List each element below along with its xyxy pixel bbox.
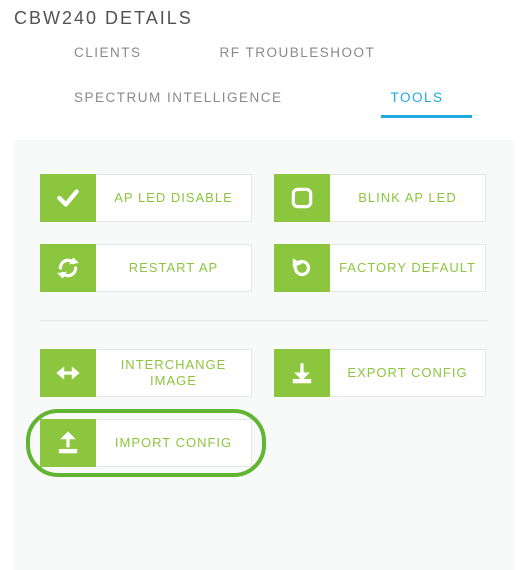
export-config-button[interactable]: EXPORT CONFIG (274, 349, 486, 397)
blink-ap-led-label: BLINK AP LED (330, 174, 486, 222)
swap-icon (40, 349, 96, 397)
download-icon (274, 349, 330, 397)
export-config-label: EXPORT CONFIG (330, 349, 486, 397)
tab-bar-row2: SPECTRUM INTELLIGENCE TOOLS (14, 80, 514, 118)
undo-icon (274, 244, 330, 292)
tab-rf-troubleshoot[interactable]: RF TROUBLESHOOT (210, 35, 404, 70)
tab-bar-row1: CLIENTS RF TROUBLESHOOT (14, 35, 514, 70)
page-title: CBW240 DETAILS (14, 8, 514, 29)
factory-default-button[interactable]: FACTORY DEFAULT (274, 244, 486, 292)
square-icon (274, 174, 330, 222)
ap-led-disable-label: AP LED DISABLE (96, 174, 252, 222)
import-config-button[interactable]: IMPORT CONFIG (40, 419, 252, 467)
divider (40, 320, 488, 321)
ap-led-disable-button[interactable]: AP LED DISABLE (40, 174, 252, 222)
restart-ap-label: RESTART AP (96, 244, 252, 292)
upload-icon (40, 419, 96, 467)
factory-default-label: FACTORY DEFAULT (330, 244, 486, 292)
interchange-image-label: INTERCHANGE IMAGE (96, 349, 252, 397)
button-grid-bottom: INTERCHANGE IMAGE EXPORT CONFIG (40, 349, 488, 467)
tab-spectrum-intelligence[interactable]: SPECTRUM INTELLIGENCE (64, 80, 311, 118)
tools-panel: AP LED DISABLE BLINK AP LED RESTA (14, 140, 514, 570)
tab-clients[interactable]: CLIENTS (64, 35, 170, 70)
restart-ap-button[interactable]: RESTART AP (40, 244, 252, 292)
button-grid-top: AP LED DISABLE BLINK AP LED RESTA (40, 174, 488, 292)
blink-ap-led-button[interactable]: BLINK AP LED (274, 174, 486, 222)
check-icon (40, 174, 96, 222)
tab-tools[interactable]: TOOLS (381, 80, 472, 118)
import-config-label: IMPORT CONFIG (96, 419, 252, 467)
interchange-image-button[interactable]: INTERCHANGE IMAGE (40, 349, 252, 397)
refresh-icon (40, 244, 96, 292)
